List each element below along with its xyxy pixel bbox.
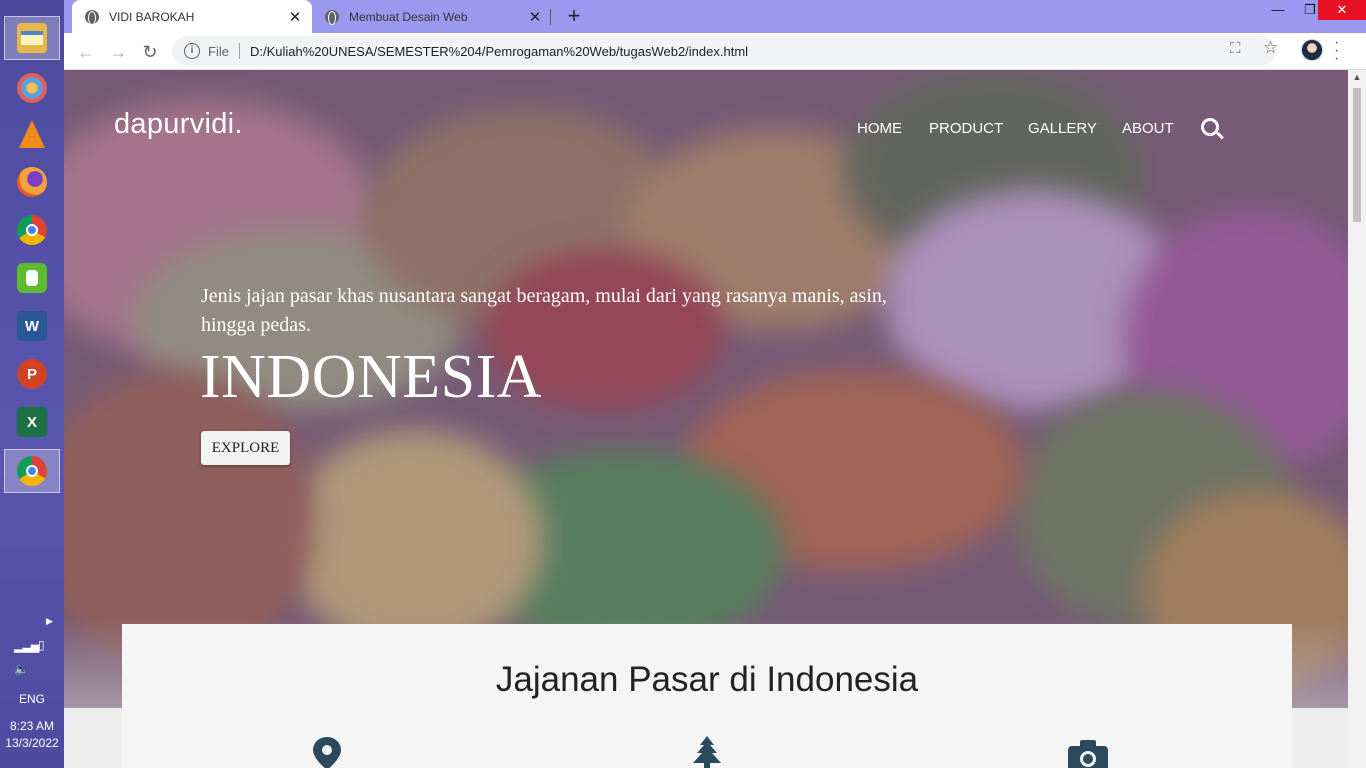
- info-icon[interactable]: i: [184, 43, 200, 59]
- nav-gallery[interactable]: GALLERY: [1028, 120, 1097, 137]
- tree-icon: [693, 736, 721, 768]
- tray-chevron-icon[interactable]: ▶: [46, 616, 53, 627]
- hero-section: dapurvidi. HOME PRODUCT GALLERY ABOUT Je…: [64, 70, 1348, 708]
- address-url[interactable]: D:/Kuliah%20UNESA/SEMESTER%204/Pemrogama…: [250, 44, 748, 59]
- features-section: Jajanan Pasar di Indonesia: [122, 624, 1292, 768]
- close-tab-icon[interactable]: ✕: [286, 8, 304, 26]
- nav-home[interactable]: HOME: [857, 120, 902, 137]
- tab-strip: VIDI BAROKAH ✕ Membuat Desain Web ✕ + — …: [64, 0, 1366, 33]
- reload-button[interactable]: ↻: [138, 40, 162, 64]
- hero-tagline: Jenis jajan pasar khas nusantara sangat …: [201, 285, 887, 336]
- taskbar-chrome-profile[interactable]: [4, 449, 60, 493]
- tab-title: Membuat Desain Web: [349, 9, 468, 24]
- taskbar-word[interactable]: W: [4, 304, 60, 348]
- nav-product[interactable]: PRODUCT: [929, 120, 1003, 137]
- page-scrollbar[interactable]: ▲: [1348, 70, 1366, 768]
- taskbar-chrome[interactable]: [4, 208, 60, 252]
- explore-button[interactable]: EXPLORE: [201, 431, 290, 465]
- scrollbar-thumb[interactable]: [1353, 88, 1361, 222]
- address-scheme: File: [208, 43, 229, 59]
- taskbar-firefox[interactable]: [4, 160, 60, 204]
- menu-kebab-icon[interactable]: · · ·: [1334, 35, 1339, 67]
- word-icon: W: [17, 311, 47, 341]
- taskbar-file-explorer[interactable]: [4, 16, 60, 60]
- close-window-button[interactable]: ✕: [1318, 0, 1366, 20]
- taskbar: W P X ▶ ▂▃▅ ▯ 🔈 ENG 8:23 AM 13/3/2022: [0, 0, 64, 768]
- section-title: Jajanan Pasar di Indonesia: [495, 660, 919, 699]
- forward-button[interactable]: →: [106, 40, 130, 64]
- tab-title: VIDI BAROKAH: [109, 9, 195, 24]
- address-separator: [238, 43, 240, 59]
- paint-icon: [17, 73, 47, 103]
- back-button[interactable]: ←: [74, 40, 98, 64]
- minimize-button[interactable]: —: [1262, 0, 1294, 20]
- globe-icon: [325, 9, 339, 25]
- vlc-icon: [19, 120, 45, 148]
- signal-icon[interactable]: ▂▃▅: [14, 640, 39, 653]
- bookmark-star-icon[interactable]: ☆: [1263, 38, 1278, 58]
- brand-logo[interactable]: dapurvidi.: [114, 108, 243, 141]
- excel-icon: X: [17, 407, 47, 437]
- language-indicator[interactable]: ENG: [0, 692, 64, 706]
- file-explorer-icon: [17, 23, 47, 53]
- evernote-icon: [17, 263, 47, 293]
- address-bar[interactable]: i File D:/Kuliah%20UNESA/SEMESTER%204/Pe…: [172, 36, 1276, 66]
- taskbar-paint[interactable]: [4, 66, 60, 110]
- new-tab-button[interactable]: +: [562, 4, 586, 28]
- profile-avatar[interactable]: [1301, 39, 1323, 61]
- taskbar-evernote[interactable]: [4, 256, 60, 300]
- speaker-icon[interactable]: 🔈: [14, 662, 29, 676]
- hero-headline: INDONESIA: [200, 343, 543, 411]
- close-tab-icon[interactable]: ✕: [526, 8, 544, 26]
- taskbar-vlc[interactable]: [4, 112, 60, 156]
- clock-date[interactable]: 13/3/2022: [0, 736, 64, 750]
- clock-time[interactable]: 8:23 AM: [0, 719, 64, 733]
- taskbar-powerpoint[interactable]: P: [4, 352, 60, 396]
- tab-membuat-desain-web[interactable]: Membuat Desain Web ✕: [312, 0, 552, 33]
- chrome-profile-icon: [17, 456, 47, 486]
- browser-window: VIDI BAROKAH ✕ Membuat Desain Web ✕ + — …: [64, 0, 1366, 768]
- browser-toolbar: ← → ↻ i File D:/Kuliah%20UNESA/SEMESTER%…: [64, 33, 1366, 70]
- battery-icon[interactable]: ▯: [38, 638, 45, 652]
- chrome-icon: [17, 215, 47, 245]
- camera-icon: [1068, 740, 1108, 768]
- map-marker-icon: [313, 737, 341, 768]
- search-icon[interactable]: [1201, 118, 1219, 136]
- tab-vidi-barokah[interactable]: VIDI BAROKAH ✕: [72, 0, 312, 33]
- powerpoint-icon: P: [17, 359, 47, 389]
- firefox-icon: [17, 167, 47, 197]
- globe-icon: [85, 9, 99, 25]
- page-viewport: dapurvidi. HOME PRODUCT GALLERY ABOUT Je…: [64, 70, 1366, 768]
- tab-divider: [550, 9, 551, 25]
- nav-about[interactable]: ABOUT: [1122, 120, 1174, 137]
- scroll-up-arrow-icon[interactable]: ▲: [1348, 72, 1366, 88]
- translate-icon[interactable]: ⛶: [1230, 40, 1241, 57]
- taskbar-excel[interactable]: X: [4, 400, 60, 444]
